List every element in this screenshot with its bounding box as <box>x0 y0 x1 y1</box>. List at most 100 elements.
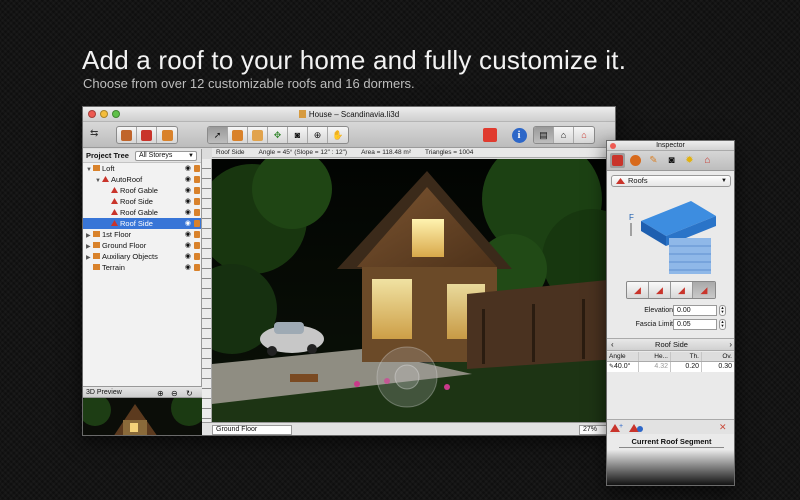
camera-icon: ◙ <box>668 155 675 166</box>
lock-icon[interactable] <box>194 187 200 194</box>
lightbulb-icon: ✹ <box>685 155 694 166</box>
close-window-button[interactable] <box>88 110 96 118</box>
lock-icon[interactable] <box>194 209 200 216</box>
wall-tool-button[interactable] <box>228 127 248 143</box>
project-tree-panel: Project Tree All Storeys ▼ ▼ Loft ◉ ▼ AutoRo… <box>83 149 202 435</box>
tree-item[interactable]: ▶ Ground Floor ◉ <box>83 240 201 251</box>
thickness-cell[interactable]: 0.20 <box>671 362 702 372</box>
arrow-cursor-icon: ➚ <box>213 129 222 140</box>
preview-header: 3D Preview ⊕ ⊖ ↻ <box>83 386 202 398</box>
table-header: Angle He... Th. Ov. <box>607 352 734 362</box>
storey-filter-select[interactable]: All Storeys ▼ <box>134 150 197 161</box>
layout-house-button[interactable]: ⌂ <box>574 127 594 143</box>
roof-shape-4-button[interactable]: ◢ <box>693 282 715 298</box>
elevation-field[interactable]: 0.00 <box>673 305 717 316</box>
layout-3d-button[interactable]: ⌂ <box>554 127 574 143</box>
visibility-eye-icon[interactable]: ◉ <box>185 218 191 229</box>
zoom-tool-button[interactable]: ⊕ <box>308 127 328 143</box>
height-cell[interactable]: 4.32 <box>639 362 671 372</box>
roof-shape-1-button[interactable]: ◢ <box>627 282 649 298</box>
inspector-material-tab[interactable] <box>628 153 643 168</box>
tree-item[interactable]: ▼ Loft ◉ <box>83 163 201 174</box>
visibility-eye-icon[interactable]: ◉ <box>185 207 191 218</box>
back-forward-icon[interactable]: ⇆ <box>90 128 98 139</box>
visibility-eye-icon[interactable]: ◉ <box>185 163 191 174</box>
lock-icon[interactable] <box>194 198 200 205</box>
3d-viewport[interactable] <box>212 159 615 422</box>
inspector-camera-tab[interactable]: ◙ <box>664 153 679 168</box>
floor-select[interactable]: Ground Floor <box>212 425 292 435</box>
elevation-value: 0.00 <box>677 307 691 314</box>
tree-item[interactable]: Terrain ◉ <box>83 262 201 273</box>
lock-icon[interactable] <box>194 253 200 260</box>
fascia-limit-stepper[interactable]: ▲ ▼ <box>719 319 726 330</box>
minimize-window-button[interactable] <box>100 110 108 118</box>
lock-icon[interactable] <box>194 264 200 271</box>
insert-segment-icon[interactable] <box>629 422 643 432</box>
wall-icon <box>232 129 243 141</box>
visibility-eye-icon[interactable]: ◉ <box>185 174 191 185</box>
render-button[interactable] <box>481 126 499 144</box>
add-segment-icon[interactable]: + <box>610 422 624 432</box>
roof-shape-3-icon: ◢ <box>678 284 685 295</box>
camera-tool-button[interactable]: ◙ <box>288 127 308 143</box>
house-icon: ⌂ <box>581 130 587 140</box>
select-tool-button[interactable]: ➚ <box>208 127 228 143</box>
fascia-limit-label: Fascia Limit <box>635 321 673 328</box>
visibility-eye-icon[interactable]: ◉ <box>185 262 191 273</box>
roof-shape-3-button[interactable]: ◢ <box>671 282 693 298</box>
lock-icon[interactable] <box>194 242 200 249</box>
pan-tool-button[interactable]: ✋ <box>328 127 348 143</box>
zoom-window-button[interactable] <box>112 110 120 118</box>
inspector-paint-tab[interactable]: ✎ <box>646 153 661 168</box>
tree-item[interactable]: Roof Side ◉ <box>83 196 201 207</box>
roof-icon <box>616 178 625 184</box>
visibility-eye-icon[interactable]: ◉ <box>185 240 191 251</box>
visibility-eye-icon[interactable]: ◉ <box>185 185 191 196</box>
building-button[interactable] <box>137 127 157 143</box>
overhang-cell[interactable]: 0.30 <box>702 362 734 372</box>
3d-preview-image[interactable] <box>83 398 202 435</box>
elevation-stepper[interactable]: ▲ ▼ <box>719 305 726 316</box>
column-header[interactable]: Ov. <box>702 352 734 361</box>
tree-item[interactable]: Roof Gable ◉ <box>83 207 201 218</box>
inspector-light-tab[interactable]: ✹ <box>682 153 697 168</box>
tree-item[interactable]: Roof Side ◉ <box>83 218 201 229</box>
inspector-building-tab[interactable] <box>610 153 625 168</box>
tree-item[interactable]: ▶ 1st Floor ◉ <box>83 229 201 240</box>
angle-cell[interactable]: ✎40.0° <box>607 362 639 372</box>
inspector-titlebar[interactable]: Inspector <box>607 141 734 151</box>
roof-shape-2-button[interactable]: ◢ <box>649 282 671 298</box>
visibility-eye-icon[interactable]: ◉ <box>185 251 191 262</box>
segment-nav-label: Roof Side <box>655 340 688 349</box>
delete-segment-icon[interactable]: ✕ <box>719 422 733 432</box>
tree-item[interactable]: Roof Gable ◉ <box>83 185 201 196</box>
lock-icon[interactable] <box>194 220 200 227</box>
elevation-row: Elevation 0.00 ▲ ▼ <box>607 305 734 317</box>
tree-item[interactable]: ▶ Auxiliary Objects ◉ <box>83 251 201 262</box>
visibility-eye-icon[interactable]: ◉ <box>185 229 191 240</box>
fascia-limit-field[interactable]: 0.05 <box>673 319 717 330</box>
lock-icon[interactable] <box>194 231 200 238</box>
info-button[interactable]: i <box>510 126 528 144</box>
lock-icon[interactable] <box>194 176 200 183</box>
column-header[interactable]: He... <box>639 352 671 361</box>
terrain-tool-button[interactable]: ✥ <box>268 127 288 143</box>
column-header[interactable]: Th. <box>671 352 702 361</box>
storey-button[interactable] <box>157 127 177 143</box>
next-segment-button[interactable]: › <box>729 339 732 351</box>
roof-tool-button[interactable] <box>248 127 268 143</box>
tree-item[interactable]: ▼ AutoRoof ◉ <box>83 174 201 185</box>
roofs-category-select[interactable]: Roofs ▼ <box>611 175 731 187</box>
window-titlebar[interactable]: House – Scandinavia.li3d <box>83 107 615 122</box>
table-row[interactable]: ✎40.0° 4.32 0.20 0.30 <box>607 362 734 372</box>
inspector-house-tab[interactable]: ⌂ <box>700 153 715 168</box>
library-button[interactable] <box>117 127 137 143</box>
lock-icon[interactable] <box>194 165 200 172</box>
column-header[interactable]: Angle <box>607 352 639 361</box>
previous-segment-button[interactable]: ‹ <box>611 339 614 351</box>
layout-2d-button[interactable]: ▤ <box>534 127 554 143</box>
visibility-eye-icon[interactable]: ◉ <box>185 196 191 207</box>
chevron-down-icon: ▼ <box>188 152 194 159</box>
close-inspector-button[interactable] <box>610 143 616 149</box>
